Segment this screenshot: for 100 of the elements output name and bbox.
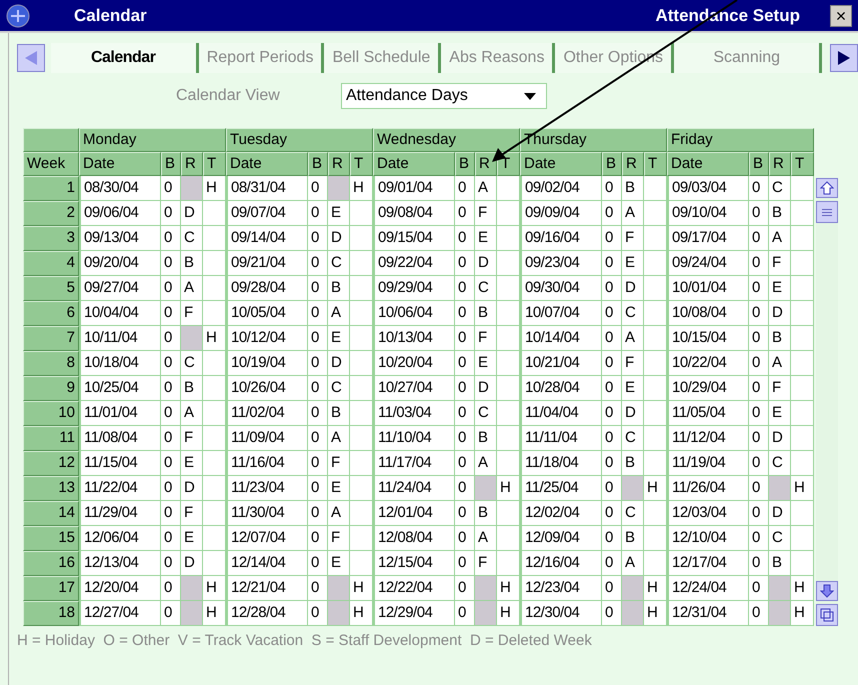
- b-cell: 0: [455, 451, 475, 476]
- b-cell: 0: [602, 326, 622, 351]
- b-cell: 0: [308, 226, 328, 251]
- scroll-up-button[interactable]: [816, 178, 838, 198]
- column-header: T: [644, 152, 667, 176]
- dropdown-caret-icon: [524, 92, 536, 100]
- r-cell: F: [769, 251, 791, 276]
- week-number[interactable]: 12: [23, 451, 79, 476]
- t-cell: [497, 401, 520, 426]
- r-cell: D: [328, 226, 350, 251]
- t-cell: [791, 526, 814, 551]
- column-header: Week: [23, 152, 79, 176]
- week-number[interactable]: 2: [23, 201, 79, 226]
- b-cell: 0: [749, 476, 769, 501]
- week-number[interactable]: 17: [23, 576, 79, 601]
- t-cell: [644, 451, 667, 476]
- r-cell: D: [181, 551, 203, 576]
- scroll-right-button[interactable]: [830, 44, 858, 72]
- b-cell: 0: [455, 576, 475, 601]
- b-cell: 0: [749, 551, 769, 576]
- b-cell: 0: [455, 601, 475, 626]
- b-cell: 0: [602, 451, 622, 476]
- t-cell: [791, 501, 814, 526]
- scroll-down-button[interactable]: [816, 581, 838, 601]
- date-cell: 12/22/04: [373, 576, 455, 601]
- page-button[interactable]: [816, 604, 838, 626]
- t-cell: H: [644, 476, 667, 501]
- date-cell: 11/30/04: [226, 501, 308, 526]
- week-number[interactable]: 6: [23, 301, 79, 326]
- date-cell: 11/10/04: [373, 426, 455, 451]
- date-cell: 09/08/04: [373, 201, 455, 226]
- t-cell: [203, 501, 226, 526]
- t-cell: [350, 251, 373, 276]
- week-number[interactable]: 18: [23, 601, 79, 626]
- close-button[interactable]: ×: [830, 4, 852, 26]
- b-cell: 0: [602, 351, 622, 376]
- r-cell: C: [328, 251, 350, 276]
- t-cell: [203, 301, 226, 326]
- r-cell: E: [328, 326, 350, 351]
- week-number[interactable]: 11: [23, 426, 79, 451]
- week-number[interactable]: 7: [23, 326, 79, 351]
- week-number[interactable]: 10: [23, 401, 79, 426]
- week-number[interactable]: 16: [23, 551, 79, 576]
- b-cell: 0: [308, 601, 328, 626]
- date-cell: 11/01/04: [79, 401, 161, 426]
- b-cell: 0: [749, 451, 769, 476]
- date-cell: 12/24/04: [667, 576, 749, 601]
- week-number[interactable]: 1: [23, 176, 79, 201]
- r-cell: C: [475, 401, 497, 426]
- date-cell: 09/13/04: [79, 226, 161, 251]
- b-cell: 0: [602, 476, 622, 501]
- column-header: B: [161, 152, 181, 176]
- date-cell: 11/12/04: [667, 426, 749, 451]
- tab[interactable]: Calendar: [50, 43, 199, 73]
- week-number[interactable]: 13: [23, 476, 79, 501]
- b-cell: 0: [455, 476, 475, 501]
- date-cell: 10/25/04: [79, 376, 161, 401]
- r-cell: A: [328, 426, 350, 451]
- week-number[interactable]: 15: [23, 526, 79, 551]
- scroll-thumb[interactable]: [816, 201, 838, 223]
- week-number[interactable]: 4: [23, 251, 79, 276]
- date-cell: 10/28/04: [520, 376, 602, 401]
- date-cell: 09/21/04: [226, 251, 308, 276]
- blocked-cell: [181, 601, 203, 626]
- r-cell: D: [769, 501, 791, 526]
- week-number[interactable]: 9: [23, 376, 79, 401]
- t-cell: [350, 551, 373, 576]
- calendar-view-dropdown[interactable]: Attendance Days: [341, 83, 547, 109]
- week-number[interactable]: 5: [23, 276, 79, 301]
- date-cell: 12/15/04: [373, 551, 455, 576]
- r-cell: C: [769, 526, 791, 551]
- b-cell: 0: [308, 176, 328, 201]
- t-cell: [644, 526, 667, 551]
- r-cell: B: [769, 551, 791, 576]
- column-header: B: [308, 152, 328, 176]
- date-cell: 12/09/04: [520, 526, 602, 551]
- r-cell: D: [328, 351, 350, 376]
- column-header: R: [622, 152, 644, 176]
- b-cell: 0: [161, 601, 181, 626]
- date-cell: 09/09/04: [520, 201, 602, 226]
- t-cell: [350, 476, 373, 501]
- column-header: B: [602, 152, 622, 176]
- r-cell: F: [475, 201, 497, 226]
- week-number[interactable]: 3: [23, 226, 79, 251]
- r-cell: D: [769, 426, 791, 451]
- r-cell: E: [622, 251, 644, 276]
- week-number[interactable]: 14: [23, 501, 79, 526]
- date-cell: 12/14/04: [226, 551, 308, 576]
- b-cell: 0: [749, 401, 769, 426]
- t-cell: [644, 426, 667, 451]
- r-cell: A: [328, 501, 350, 526]
- date-cell: 11/11/04: [520, 426, 602, 451]
- windows-icon: [820, 608, 834, 622]
- b-cell: 0: [161, 551, 181, 576]
- week-number[interactable]: 8: [23, 351, 79, 376]
- b-cell: 0: [161, 501, 181, 526]
- b-cell: 0: [161, 426, 181, 451]
- window-title: Calendar: [74, 4, 147, 27]
- t-cell: H: [350, 576, 373, 601]
- t-cell: [791, 451, 814, 476]
